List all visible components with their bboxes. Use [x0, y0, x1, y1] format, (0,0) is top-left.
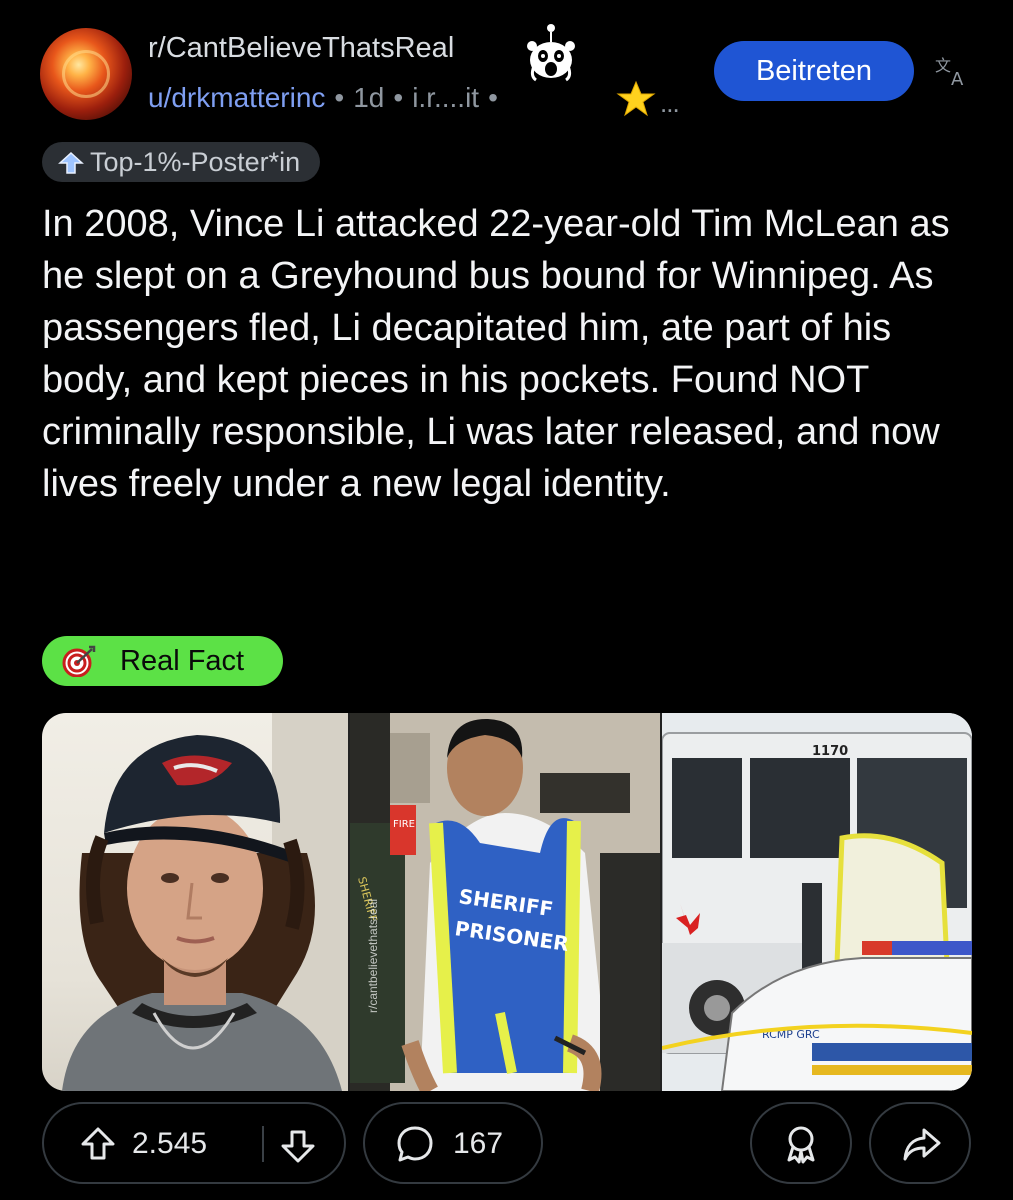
- svg-text:文: 文: [935, 56, 951, 75]
- bus-illustration: 1170 RCMP GRC: [662, 713, 972, 1091]
- meta-separator: •: [334, 82, 345, 113]
- greyhound-bus-and-rcmp-car: 1170 RCMP GRC: [662, 713, 972, 1091]
- top-poster-icon: [58, 151, 84, 174]
- vote-bar: 2.545: [42, 1102, 346, 1184]
- comment-icon: [397, 1126, 433, 1162]
- image-gallery[interactable]: FIRE SHERIFF SHERIFF PRISONER r/cantbeli…: [42, 713, 972, 1091]
- vote-divider: [262, 1126, 264, 1162]
- post-flair[interactable]: Real Fact: [42, 636, 283, 686]
- portrait-illustration: [62, 713, 348, 1091]
- post-age: 1d: [353, 82, 385, 113]
- meta-separator: •: [393, 82, 404, 113]
- post-flair-label: Real Fact: [120, 645, 245, 677]
- post-meta: u/drkmatterinc • 1d • i.r....it •: [148, 82, 507, 114]
- post-domain[interactable]: i.r....it: [412, 82, 479, 113]
- user-flair: Top-1%-Poster*in: [42, 142, 321, 182]
- post-title[interactable]: In 2008, Vince Li attacked 22-year-old T…: [42, 198, 972, 510]
- portrait-young-man-cap: [42, 713, 348, 1091]
- meta-separator: •: [488, 82, 498, 113]
- target-icon: [62, 645, 96, 677]
- share-button[interactable]: [869, 1102, 971, 1184]
- comments-button[interactable]: 167: [363, 1102, 543, 1184]
- translate-icon[interactable]: 文 A: [934, 54, 972, 88]
- author-username[interactable]: u/drkmatterinc: [148, 82, 325, 113]
- upvote-icon[interactable]: [80, 1126, 116, 1162]
- fire-sign-text: FIRE: [393, 819, 415, 830]
- share-icon: [903, 1128, 941, 1161]
- star-icon: [616, 80, 656, 117]
- award-icon: [787, 1126, 815, 1164]
- subreddit-avatar[interactable]: [40, 28, 132, 120]
- upvote-count: 2.545: [132, 1127, 208, 1160]
- gallery-watermark: r/cantbelievethatsreal: [366, 898, 380, 1013]
- bus-number-text: 1170: [812, 744, 848, 759]
- prisoner-illustration: FIRE SHERIFF SHERIFF PRISONER: [350, 713, 660, 1091]
- more-indicator: ...: [660, 88, 680, 118]
- subreddit-name[interactable]: r/CantBelieveThatsReal: [148, 32, 454, 65]
- post-header: r/CantBelieveThatsReal u/drkmatterinc • 1d…: [0, 0, 1013, 140]
- award-button[interactable]: [750, 1102, 852, 1184]
- join-button[interactable]: Beitreten: [714, 41, 914, 101]
- svg-text:A: A: [951, 69, 964, 88]
- downvote-icon[interactable]: [280, 1128, 316, 1164]
- comment-count: 167: [453, 1127, 504, 1160]
- man-in-sheriff-prisoner-vest: FIRE SHERIFF SHERIFF PRISONER r/cantbeli…: [350, 713, 660, 1091]
- subreddit-snoo-icon: [527, 24, 575, 82]
- user-flair-label: Top-1%-Poster*in: [90, 147, 301, 177]
